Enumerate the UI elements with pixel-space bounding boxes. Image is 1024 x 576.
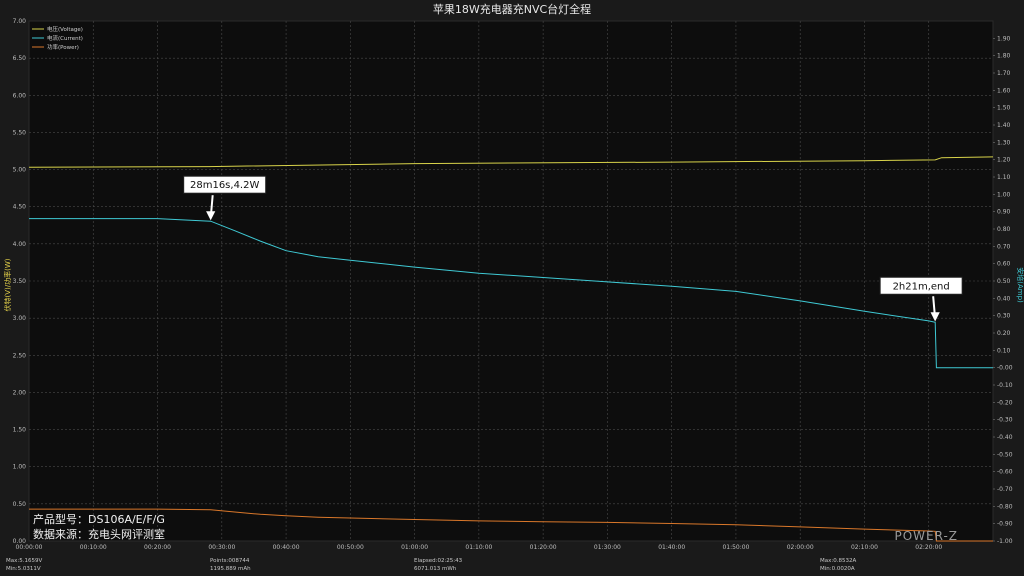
y-right-tick-label: 1.70 — [997, 70, 1011, 77]
x-tick-label: 01:10:00 — [465, 544, 492, 551]
y-left-tick-label: 1.50 — [13, 427, 27, 434]
y-right-tick-label: -0.20 — [997, 399, 1013, 406]
y-right-tick-label: 0.60 — [997, 261, 1011, 268]
x-tick-label: 02:00:00 — [787, 544, 814, 551]
x-tick-label: 00:00:00 — [16, 544, 43, 551]
y-right-tick-label: -0.30 — [997, 417, 1013, 424]
stat-mah: 1195.889 mAh — [210, 566, 251, 572]
y-left-tick-label: 0.50 — [13, 501, 27, 508]
y-right-tick-label: 1.40 — [997, 122, 1011, 129]
y-right-tick-label: -0.40 — [997, 434, 1013, 441]
y-right-tick-label: 0.30 — [997, 313, 1011, 320]
y-right-tick-label: -0.60 — [997, 469, 1013, 476]
x-tick-label: 00:20:00 — [144, 544, 171, 551]
y-right-tick-label: 1.80 — [997, 53, 1011, 60]
chart-canvas: 00:00:00 00:10:00 00:20:00 00:30:00 00:40:00… — [0, 0, 1024, 576]
legend-current: 电流(Current) — [47, 34, 83, 42]
y-left-tick-label: 2.50 — [13, 352, 27, 359]
stat-mwh: 6071.013 mWh — [414, 566, 457, 572]
y-right-tick-label: -1.00 — [997, 538, 1013, 545]
y-right-tick-label: 1.60 — [997, 87, 1011, 94]
y-right-tick-label: 0.10 — [997, 347, 1011, 354]
stat-min-current: Min:0.0020A — [820, 566, 855, 572]
y-right-tick-label: 1.00 — [997, 191, 1011, 198]
legend-power: 功率(Power) — [47, 43, 79, 51]
info-source: 数据来源：充电头网评测室 — [33, 527, 165, 541]
x-tick-label: 01:30:00 — [594, 544, 621, 551]
y-axis-right-label: 安培(Amp) — [1016, 267, 1024, 303]
y-right-tick-label: -0.10 — [997, 382, 1013, 389]
y-right-tick-label: 0.40 — [997, 295, 1011, 302]
stat-min-voltage: Min:5.0311V — [6, 566, 41, 572]
y-right-tick-label: 0.50 — [997, 278, 1011, 285]
x-tick-label: 00:40:00 — [273, 544, 300, 551]
y-right-tick-label: -0.50 — [997, 451, 1013, 458]
y-right-tick-label: 1.10 — [997, 174, 1011, 181]
stat-max-current: Max:0.8532A — [820, 558, 856, 564]
stat-points: Points:008744 — [210, 558, 250, 564]
y-left-tick-label: 5.00 — [13, 167, 27, 174]
y-left-tick-label: 6.00 — [13, 92, 27, 99]
x-tick-label: 01:20:00 — [530, 544, 557, 551]
y-right-tick-label: 0.70 — [997, 243, 1011, 250]
y-left-tick-label: 1.00 — [13, 464, 27, 471]
y-right-tick-label: 1.90 — [997, 35, 1011, 42]
y-left-tick-label: 6.50 — [13, 55, 27, 62]
y-left-tick-label: 2.00 — [13, 389, 27, 396]
y-left-tick-label: 4.00 — [13, 241, 27, 248]
y-left-tick-label: 3.50 — [13, 278, 27, 285]
stat-max-voltage: Max:5.1659V — [6, 558, 42, 564]
x-tick-label: 02:10:00 — [851, 544, 878, 551]
legend: 电压(Voltage) 电流(Current) 功率(Power) — [32, 25, 83, 51]
y-left-tick-label: 0.00 — [13, 538, 27, 545]
y-left-tick-label: 5.50 — [13, 129, 27, 136]
y-right-tick-label: 0.80 — [997, 226, 1011, 233]
y-right-tick-label: 1.20 — [997, 157, 1011, 164]
x-tick-label: 00:50:00 — [337, 544, 364, 551]
y-right-tick-label: -0.80 — [997, 503, 1013, 510]
x-tick-label: 01:00:00 — [401, 544, 428, 551]
x-tick-label: 00:30:00 — [208, 544, 235, 551]
y-right-tick-label: -0.70 — [997, 486, 1013, 493]
legend-voltage: 电压(Voltage) — [47, 25, 83, 33]
watermark-logo: POWER-Z — [894, 529, 958, 543]
y-left-tick-label: 4.50 — [13, 204, 27, 211]
y-right-tick-label: 1.50 — [997, 105, 1011, 112]
x-tick-label: 02:20:00 — [915, 544, 942, 551]
y-left-tick-label: 3.00 — [13, 315, 27, 322]
y-right-tick-label: 0.20 — [997, 330, 1011, 337]
y-right-tick-label: 0.90 — [997, 209, 1011, 216]
x-tick-label: 01:40:00 — [658, 544, 685, 551]
y-axis-left-label: 伏特(V)/功率(W) — [3, 258, 12, 311]
y-right-tick-label: -0.00 — [997, 365, 1013, 372]
info-model: 产品型号：DS106A/E/F/G — [33, 512, 165, 526]
y-right-tick-label: -0.90 — [997, 521, 1013, 528]
y-left-tick-label: 7.00 — [13, 18, 27, 25]
annotation-text: 28m16s,4.2W — [190, 180, 259, 191]
annotation-text: 2h21m,end — [893, 281, 950, 292]
chart-title: 苹果18W充电器充NVC台灯全程 — [433, 2, 591, 16]
y-right-tick-label: 1.30 — [997, 139, 1011, 146]
x-tick-label: 01:50:00 — [722, 544, 749, 551]
stat-elapsed: Elapsed:02:25:43 — [414, 558, 463, 564]
x-tick-label: 00:10:00 — [80, 544, 107, 551]
